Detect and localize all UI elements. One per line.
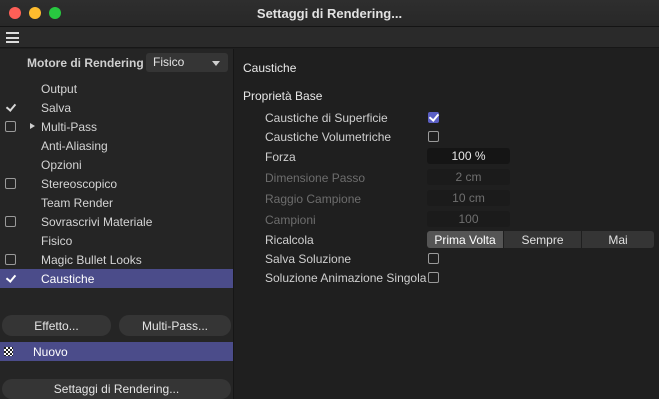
surface-caustics-row: Caustiche di Superficie xyxy=(235,108,659,127)
sidebar-item-label: Caustiche xyxy=(41,272,95,286)
salva-checkbox[interactable] xyxy=(5,102,16,113)
sample-radius-row: Raggio Campione 10 cm xyxy=(235,189,659,208)
sidebar-item-anti-aliasing[interactable]: Anti-Aliasing xyxy=(0,136,233,155)
volume-caustics-label: Caustiche Volumetriche xyxy=(265,130,392,144)
strength-field[interactable]: 100 % xyxy=(427,148,510,164)
sovrascrivi-materiale-checkbox[interactable] xyxy=(5,216,16,227)
caustiche-checkbox[interactable] xyxy=(5,273,16,284)
sample-radius-label: Raggio Campione xyxy=(265,192,362,206)
strength-row: Forza 100 % xyxy=(235,147,659,166)
sidebar-item-team-render[interactable]: Team Render xyxy=(0,193,233,212)
render-preset-icon xyxy=(4,347,13,356)
save-solution-row: Salva Soluzione xyxy=(235,249,659,268)
multi-pass-button[interactable]: Multi-Pass... xyxy=(119,315,231,336)
sidebar-item-stereoscopico[interactable]: Stereoscopico xyxy=(0,174,233,193)
sidebar-item-multi-pass[interactable]: Multi-Pass xyxy=(0,117,233,136)
sidebar-item-label: Sovrascrivi Materiale xyxy=(41,215,153,229)
sidebar-item-salva[interactable]: Salva xyxy=(0,98,233,117)
samples-field: 100 xyxy=(427,211,510,227)
group-title: Proprietà Base xyxy=(243,89,323,103)
sidebar-item-magic-bullet-looks[interactable]: Magic Bullet Looks xyxy=(0,250,233,269)
surface-caustics-label: Caustiche di Superficie xyxy=(265,111,388,125)
caustics-panel: Caustiche Proprietà Base Caustiche di Su… xyxy=(235,49,659,399)
volume-caustics-checkbox[interactable] xyxy=(428,131,439,142)
menu-bar xyxy=(0,27,659,48)
volume-caustics-row: Caustiche Volumetriche xyxy=(235,127,659,146)
multi-pass-checkbox[interactable] xyxy=(5,121,16,132)
settings-sidebar: Motore di Rendering Fisico Output Salva … xyxy=(0,49,234,399)
sidebar-item-fisico[interactable]: Fisico xyxy=(0,231,233,250)
sidebar-item-label: Salva xyxy=(41,101,72,115)
save-solution-checkbox[interactable] xyxy=(428,253,439,264)
window-title: Settaggi di Rendering... xyxy=(256,6,403,21)
strength-label: Forza xyxy=(265,150,296,164)
sidebar-item-label: Anti-Aliasing xyxy=(41,139,108,153)
single-animation-solution-label: Soluzione Animazione Singola xyxy=(265,271,427,285)
samples-label: Campioni xyxy=(265,213,316,227)
title-bar: Settaggi di Rendering... xyxy=(0,0,659,27)
sidebar-item-label: Multi-Pass xyxy=(41,120,98,134)
sidebar-item-label: Output xyxy=(41,82,78,96)
single-animation-solution-checkbox[interactable] xyxy=(428,272,439,283)
sidebar-item-output[interactable]: Output xyxy=(0,79,233,98)
stereoscopico-checkbox[interactable] xyxy=(5,178,16,189)
surface-caustics-checkbox[interactable] xyxy=(428,112,439,123)
step-size-label: Dimensione Passo xyxy=(265,171,366,185)
recompute-label: Ricalcola xyxy=(265,233,314,247)
render-engine-value: Fisico xyxy=(153,55,185,69)
sidebar-item-sovrascrivi-materiale[interactable]: Sovrascrivi Materiale xyxy=(0,212,233,231)
sidebar-item-opzioni[interactable]: Opzioni xyxy=(0,155,233,174)
recompute-option-never[interactable]: Mai xyxy=(582,231,654,248)
effect-button[interactable]: Effetto... xyxy=(2,315,111,336)
recompute-option-always[interactable]: Sempre xyxy=(504,231,581,248)
sample-radius-field: 10 cm xyxy=(427,190,510,206)
samples-row: Campioni 100 xyxy=(235,210,659,229)
sidebar-item-caustiche[interactable]: Caustiche xyxy=(0,269,233,288)
hamburger-menu-icon[interactable] xyxy=(6,32,19,43)
panel-title: Caustiche xyxy=(243,61,297,75)
step-size-row: Dimensione Passo 2 cm xyxy=(235,168,659,187)
save-solution-label: Salva Soluzione xyxy=(265,252,352,266)
render-engine-dropdown[interactable]: Fisico xyxy=(146,53,228,72)
recompute-row: Ricalcola Prima Volta Sempre Mai xyxy=(235,230,659,249)
recompute-option-first-time[interactable]: Prima Volta xyxy=(427,231,503,248)
sidebar-item-label: Stereoscopico xyxy=(41,177,118,191)
expand-arrow-icon[interactable] xyxy=(30,123,35,129)
render-settings-button[interactable]: Settaggi di Rendering... xyxy=(2,379,231,399)
render-engine-label: Motore di Rendering xyxy=(27,56,144,70)
sidebar-item-label: Fisico xyxy=(41,234,73,248)
magic-bullet-looks-checkbox[interactable] xyxy=(5,254,16,265)
sidebar-item-label: Magic Bullet Looks xyxy=(41,253,142,267)
step-size-field: 2 cm xyxy=(427,169,510,185)
render-preset-label: Nuovo xyxy=(33,345,68,359)
single-animation-solution-row: Soluzione Animazione Singola xyxy=(235,268,659,287)
render-preset-item[interactable]: Nuovo xyxy=(0,342,233,361)
chevron-down-icon xyxy=(212,61,220,66)
sidebar-item-label: Team Render xyxy=(41,196,114,210)
sidebar-item-label: Opzioni xyxy=(41,158,82,172)
